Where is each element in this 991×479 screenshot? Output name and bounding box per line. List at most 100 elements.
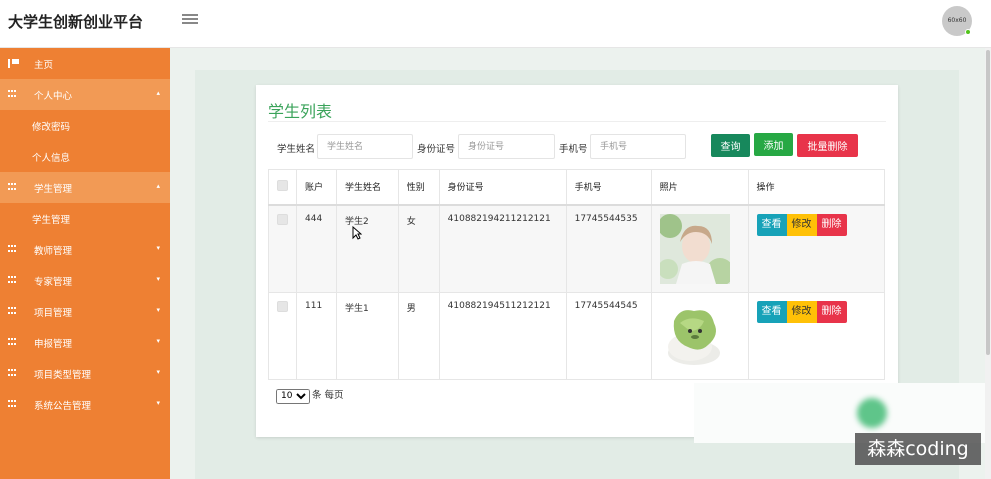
sidebar-item-label: 系统公告管理: [34, 401, 92, 412]
app-title: 大学生创新创业平台: [8, 13, 144, 31]
phone-input[interactable]: [590, 134, 686, 159]
sidebar-item-label: 修改密码: [32, 122, 71, 133]
grid-icon: [8, 369, 18, 378]
table-row: 111 学生1 男 410882194511212121 17745544545: [268, 291, 886, 380]
student-name-label: 学生姓名: [277, 144, 316, 155]
add-button[interactable]: 添加: [754, 133, 793, 156]
mouse-cursor-icon: [352, 226, 362, 240]
page-size-select[interactable]: 10: [276, 388, 310, 404]
watermark: 森森coding: [855, 433, 981, 465]
sidebar-item-teacher-management[interactable]: 教师管理 ▾: [0, 234, 170, 265]
top-header: 大学生创新创业平台 60x60: [0, 0, 991, 48]
view-button[interactable]: 查看: [756, 213, 787, 236]
grid-icon: [8, 183, 18, 192]
sidebar-item-project-type-management[interactable]: 项目类型管理 ▾: [0, 358, 170, 389]
column-header: 账户: [296, 169, 337, 206]
sidebar-item-home[interactable]: 主页: [0, 48, 170, 79]
sidebar-item-personal-info[interactable]: 个人信息: [0, 141, 170, 172]
account-cell: 444: [296, 204, 337, 293]
sidebar-item-expert-management[interactable]: 专家管理 ▾: [0, 265, 170, 296]
sidebar-item-label: 主页: [34, 60, 54, 71]
column-header: 性别: [397, 169, 440, 206]
student-photo: [659, 300, 730, 371]
sidebar-item-label: 学生管理: [34, 184, 73, 195]
table-header-row: 账户 学生姓名 性别 身份证号 手机号 照片 操作: [268, 169, 886, 206]
student-table: 账户 学生姓名 性别 身份证号 手机号 照片 操作 444 学生2 女 4108…: [268, 169, 886, 380]
actions-cell: 查看 修改 删除: [747, 291, 886, 380]
column-header: 学生姓名: [335, 169, 399, 206]
delete-button[interactable]: 删除: [816, 213, 847, 236]
sidebar-item-label: 项目管理: [34, 308, 73, 319]
id-number-label: 身份证号: [417, 144, 456, 155]
flag-icon: [8, 59, 19, 68]
table-row: 444 学生2 女 410882194211212121 17745544535…: [268, 204, 886, 293]
row-checkbox[interactable]: [277, 300, 288, 312]
delete-button[interactable]: 删除: [816, 300, 847, 323]
chevron-down-icon: ▾: [156, 337, 160, 345]
student-name-cell: 学生2: [335, 204, 399, 293]
column-header: 身份证号: [438, 169, 567, 206]
page-title: 学生列表: [268, 102, 333, 121]
menu-toggle-icon[interactable]: [182, 12, 198, 28]
column-header: 手机号: [565, 169, 652, 206]
sidebar-item-label: 申报管理: [34, 339, 73, 350]
sidebar-item-label: 教师管理: [34, 246, 73, 257]
sidebar-item-project-management[interactable]: 项目管理 ▾: [0, 296, 170, 327]
account-cell: 111: [296, 291, 337, 380]
id-number-cell: 410882194211212121: [438, 204, 567, 293]
sidebar: 主页 个人中心 ▴ 修改密码 个人信息 学生管理 ▴ 学生管理 教师管理 ▾ 专…: [0, 48, 170, 479]
photo-cell: [650, 291, 749, 380]
query-button[interactable]: 查询: [711, 134, 750, 157]
divider: [268, 121, 886, 122]
sidebar-item-change-password[interactable]: 修改密码: [0, 110, 170, 141]
phone-cell: 17745544535: [565, 204, 652, 293]
sidebar-item-personal-center[interactable]: 个人中心 ▴: [0, 79, 170, 110]
grid-icon: [8, 90, 18, 99]
column-header: 照片: [650, 169, 749, 206]
sidebar-item-student-management[interactable]: 学生管理 ▴: [0, 172, 170, 203]
student-name-input[interactable]: [317, 134, 413, 159]
chevron-down-icon: ▾: [156, 399, 160, 407]
floating-widget[interactable]: [857, 398, 887, 428]
chevron-down-icon: ▾: [156, 275, 160, 283]
photo-cell: [650, 204, 749, 293]
batch-delete-button[interactable]: 批量删除: [797, 134, 858, 157]
select-all-cell: [268, 169, 297, 206]
sidebar-item-label: 学生管理: [32, 215, 71, 226]
grid-icon: [8, 400, 18, 409]
chevron-down-icon: ▾: [156, 368, 160, 376]
sidebar-item-student-management-sub[interactable]: 学生管理: [0, 203, 170, 234]
select-all-checkbox[interactable]: [277, 179, 288, 191]
sidebar-item-label: 个人中心: [34, 91, 73, 102]
edit-button[interactable]: 修改: [786, 213, 817, 236]
column-header: 操作: [747, 169, 886, 206]
row-checkbox[interactable]: [277, 213, 288, 225]
edit-button[interactable]: 修改: [786, 300, 817, 323]
grid-icon: [8, 276, 18, 285]
sidebar-item-label: 项目类型管理: [34, 370, 92, 381]
pagination: 10 条 每页: [276, 387, 344, 404]
gender-cell: 男: [397, 291, 440, 380]
online-status-dot: [965, 29, 971, 35]
chevron-up-icon: ▴: [156, 89, 160, 97]
student-photo: [659, 213, 730, 284]
phone-cell: 17745544545: [565, 291, 652, 380]
chevron-down-icon: ▾: [156, 306, 160, 314]
chevron-up-icon: ▴: [156, 182, 160, 190]
sidebar-item-label: 个人信息: [32, 153, 71, 164]
id-number-input[interactable]: [458, 134, 555, 159]
grid-icon: [8, 307, 18, 316]
id-number-cell: 410882194511212121: [438, 291, 567, 380]
sidebar-item-label: 专家管理: [34, 277, 73, 288]
gender-cell: 女: [397, 204, 440, 293]
actions-cell: 查看 修改 删除: [747, 204, 886, 293]
chevron-down-icon: ▾: [156, 244, 160, 252]
grid-icon: [8, 338, 18, 347]
scrollbar-thumb[interactable]: [986, 50, 990, 355]
sidebar-item-application-management[interactable]: 申报管理 ▾: [0, 327, 170, 358]
sidebar-item-system-notice-management[interactable]: 系统公告管理 ▾: [0, 389, 170, 420]
view-button[interactable]: 查看: [756, 300, 787, 323]
per-page-label: 条 每页: [312, 390, 344, 401]
grid-icon: [8, 245, 18, 254]
student-name-cell: 学生1: [335, 291, 399, 380]
